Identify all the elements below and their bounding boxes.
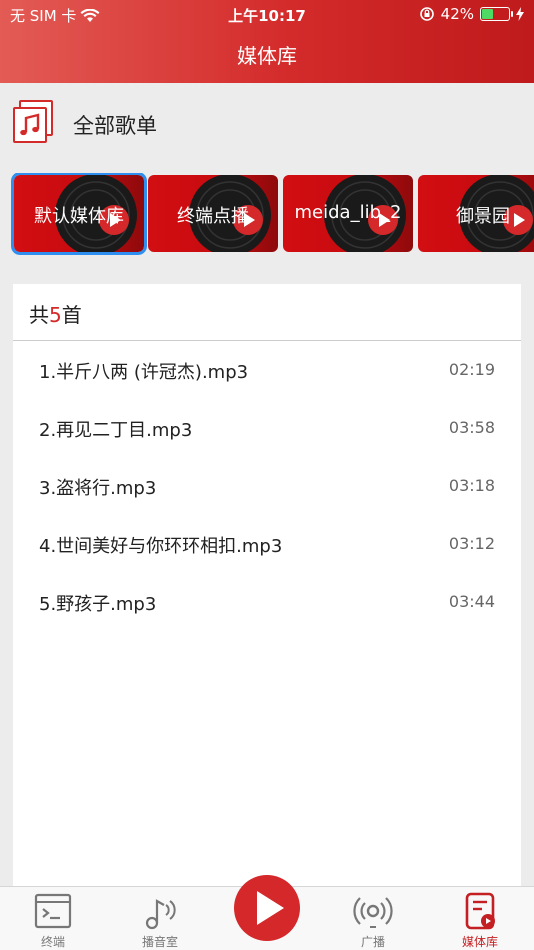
library-name: 默认媒体库: [34, 206, 124, 227]
header: 无 SIM 卡 上午10:17 42% 媒体库: [0, 0, 534, 83]
library-name: meida_lib_2: [294, 202, 402, 223]
tab-broadcast[interactable]: 广播: [328, 887, 418, 950]
music-broadcast-icon: [145, 899, 176, 930]
song-count-prefix: 共: [29, 303, 49, 327]
library-card[interactable]: 默认媒体库: [11, 173, 147, 255]
library-name: 终端点播: [177, 206, 249, 227]
play-button[interactable]: [234, 875, 300, 941]
charging-icon: [516, 7, 524, 21]
tab-label: 播音室: [141, 935, 178, 949]
orientation-lock-icon: [419, 7, 434, 21]
all-playlists-row[interactable]: 全部歌单: [0, 83, 534, 163]
song-duration: 02:19: [448, 360, 495, 379]
battery-percent: 42%: [440, 5, 474, 23]
song-count: 共5首: [29, 299, 82, 328]
song-duration: 03:58: [448, 418, 495, 437]
tab-terminal[interactable]: 终端: [8, 887, 98, 950]
song-title: 4.世间美好与你环环相扣.mp3: [39, 536, 283, 557]
divider: [13, 340, 521, 341]
song-row[interactable]: 2.再见二丁目.mp3 03:58: [13, 400, 521, 458]
song-duration: 03:12: [448, 534, 495, 553]
library-card[interactable]: 终端点播: [148, 175, 278, 252]
tab-studio[interactable]: 播音室: [115, 887, 205, 950]
library-card[interactable]: 御景园: [418, 175, 534, 252]
all-playlists-label: 全部歌单: [73, 114, 157, 138]
song-count-suffix: 首: [61, 303, 82, 327]
tab-label: 终端: [40, 935, 65, 949]
song-row[interactable]: 4.世间美好与你环环相扣.mp3 03:12: [13, 516, 521, 574]
song-title: 3.盗将行.mp3: [39, 478, 157, 499]
song-title: 2.再见二丁目.mp3: [39, 420, 193, 441]
media-library-icon: [465, 892, 495, 930]
song-duration: 03:18: [448, 476, 495, 495]
song-duration: 03:44: [448, 592, 495, 611]
song-title: 1.半斤八两 (许冠杰).mp3: [39, 362, 249, 383]
song-row[interactable]: 5.野孩子.mp3 03:44: [13, 574, 521, 632]
song-list-panel: 共5首 1.半斤八两 (许冠杰).mp3 02:19 2.再见二丁目.mp3 0…: [13, 284, 521, 887]
song-count-number: 5: [49, 303, 62, 327]
status-bar: 无 SIM 卡 上午10:17 42%: [0, 0, 534, 28]
battery-icon: [480, 7, 513, 21]
page-title: 媒体库: [237, 44, 297, 68]
song-row[interactable]: 1.半斤八两 (许冠杰).mp3 02:19: [13, 342, 521, 400]
library-name: 御景园: [456, 206, 510, 227]
tab-label: 媒体库: [461, 935, 498, 949]
song-row[interactable]: 3.盗将行.mp3 03:18: [13, 458, 521, 516]
tab-media-library[interactable]: 媒体库: [435, 887, 525, 950]
music-note-icon: [13, 100, 53, 143]
tab-label: 广播: [360, 935, 385, 949]
library-card[interactable]: meida_lib_2: [283, 175, 413, 252]
broadcast-icon: [353, 897, 393, 928]
song-title: 5.野孩子.mp3: [39, 594, 157, 615]
library-carousel[interactable]: 默认媒体库 终端点播 meida_lib_2 御景园: [0, 173, 534, 255]
terminal-icon: [34, 893, 72, 929]
